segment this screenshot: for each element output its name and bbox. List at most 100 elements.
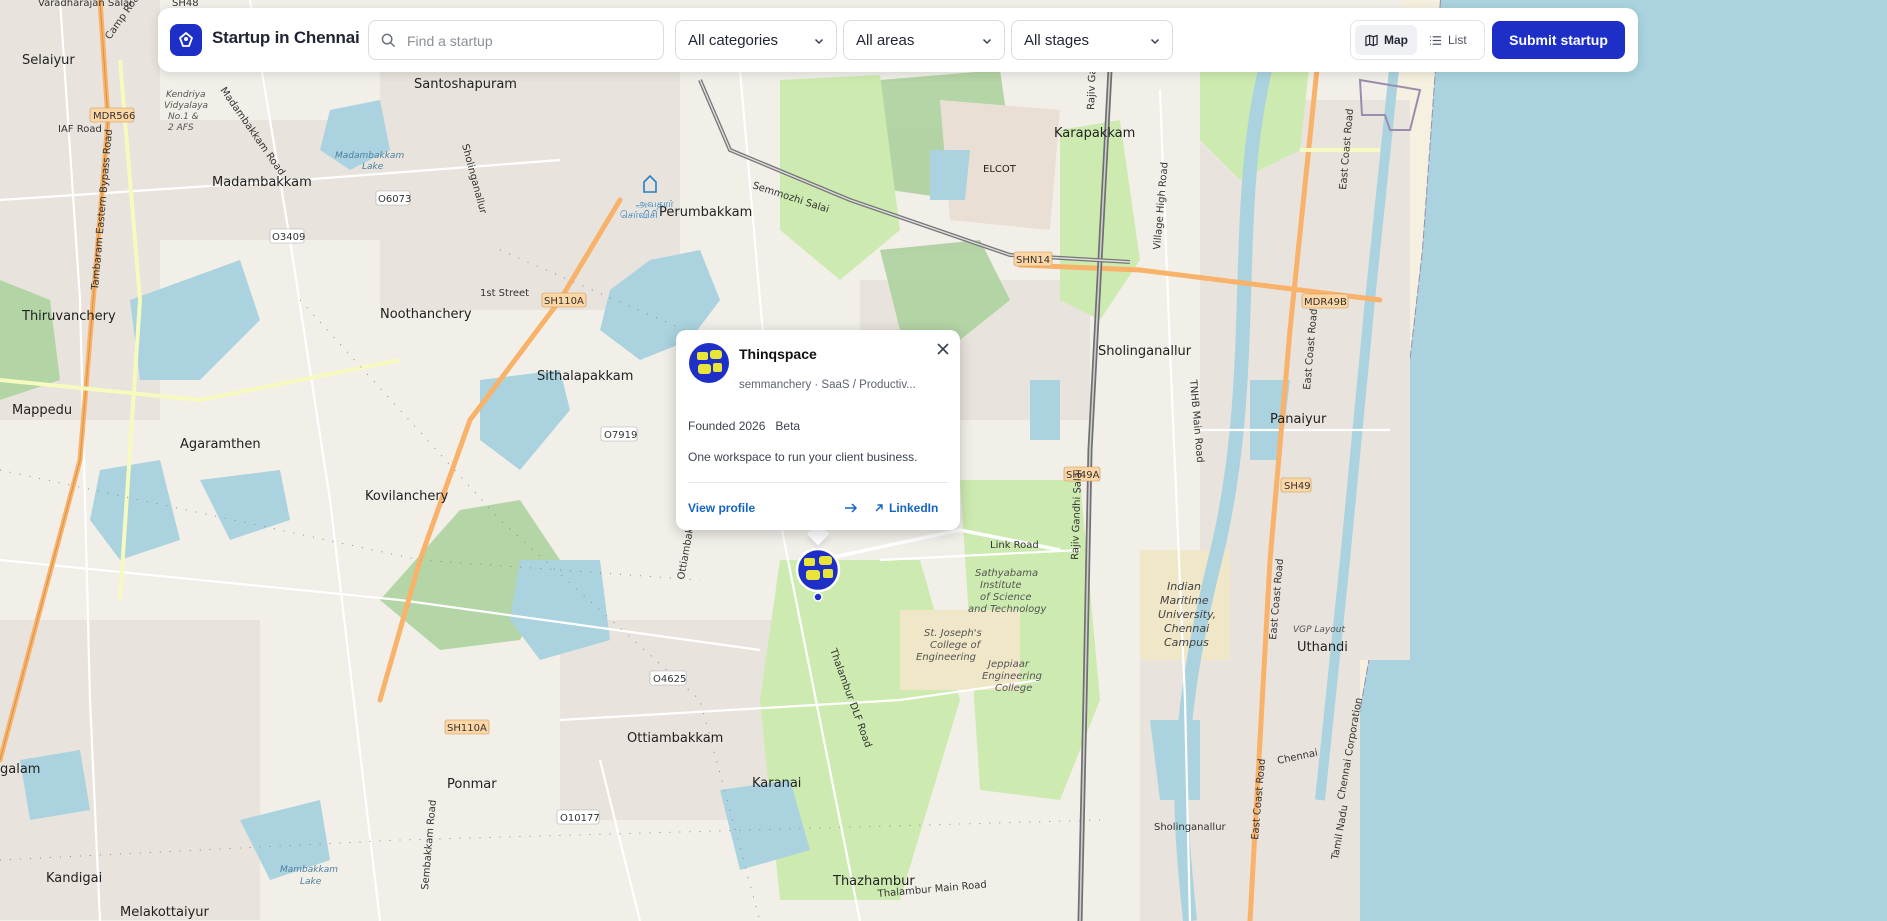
svg-text:Maritime: Maritime — [1160, 594, 1209, 607]
startup-name: Thinqspace — [739, 346, 817, 362]
linkedin-link[interactable]: LinkedIn — [874, 501, 938, 515]
svg-text:IAF Road: IAF Road — [58, 124, 102, 135]
area-filter-value: All areas — [856, 32, 915, 49]
svg-text:1st Street: 1st Street — [480, 288, 529, 299]
svg-text:O7919: O7919 — [604, 430, 637, 441]
list-view-label: List — [1448, 33, 1467, 47]
top-bar: Startup in Chennai All categories All ar… — [158, 8, 1638, 72]
svg-text:MDR566: MDR566 — [93, 111, 135, 122]
svg-text:Institute: Institute — [980, 580, 1022, 591]
svg-text:Mambakkam: Mambakkam — [280, 865, 338, 875]
svg-text:Ponmar: Ponmar — [447, 777, 497, 792]
svg-text:Karanai: Karanai — [752, 776, 801, 791]
startup-meta: Founded 2026 Beta — [688, 419, 800, 433]
svg-text:Kendriya: Kendriya — [166, 90, 206, 100]
svg-text:Engineering: Engineering — [916, 652, 976, 663]
stage-badge: Beta — [775, 419, 801, 433]
svg-text:Thiruvanchery: Thiruvanchery — [21, 309, 116, 324]
map-icon — [1365, 34, 1378, 46]
svg-text:Sithalapakkam: Sithalapakkam — [537, 369, 633, 384]
svg-text:College of: College of — [930, 640, 982, 651]
map-view-button[interactable]: Map — [1355, 25, 1417, 55]
svg-text:Ottiambakkam: Ottiambakkam — [627, 731, 723, 746]
svg-text:Santoshapuram: Santoshapuram — [414, 77, 517, 92]
stage-filter-select[interactable]: All stages — [1011, 20, 1173, 60]
list-icon — [1429, 35, 1442, 45]
svg-text:College: College — [995, 683, 1032, 694]
svg-text:O3409: O3409 — [272, 232, 305, 243]
svg-text:MDR49B: MDR49B — [1304, 297, 1347, 308]
svg-text:Panaiyur: Panaiyur — [1270, 412, 1327, 427]
svg-text:and Technology: and Technology — [968, 604, 1048, 615]
founded-year: Founded 2026 — [688, 419, 766, 433]
svg-text:Karapakkam: Karapakkam — [1054, 126, 1135, 141]
category-filter-select[interactable]: All categories — [675, 20, 837, 60]
svg-text:Varadharajan Salai: Varadharajan Salai — [38, 0, 132, 9]
svg-text:SH110A: SH110A — [447, 723, 487, 734]
svg-text:செர்விசி: செர்விசி — [620, 210, 658, 221]
svg-text:O4625: O4625 — [653, 674, 686, 685]
external-link-icon — [875, 504, 883, 512]
popup-divider — [688, 482, 948, 483]
arrow-right-icon[interactable] — [844, 502, 858, 514]
svg-text:Engineering: Engineering — [982, 671, 1042, 682]
svg-text:Indian: Indian — [1167, 580, 1201, 593]
search-input[interactable] — [405, 29, 659, 53]
list-view-button[interactable]: List — [1421, 25, 1479, 55]
linkedin-label: LinkedIn — [889, 501, 939, 515]
startup-subtitle: semmanchery · SaaS / Productiv... — [739, 379, 916, 391]
svg-text:Uthandi: Uthandi — [1297, 640, 1348, 655]
svg-text:Vidyalaya: Vidyalaya — [164, 101, 208, 111]
svg-text:Melakottaiyur: Melakottaiyur — [120, 905, 210, 920]
svg-text:Noothanchery: Noothanchery — [380, 307, 472, 322]
svg-text:Sholinganallur: Sholinganallur — [1098, 344, 1192, 359]
chevron-down-icon — [814, 38, 824, 45]
svg-text:அவதார்: அவதார் — [636, 199, 674, 210]
close-icon[interactable] — [934, 340, 952, 358]
svg-text:Sathyabama: Sathyabama — [975, 568, 1038, 579]
chevron-down-icon — [982, 38, 992, 45]
svg-text:SH110A: SH110A — [544, 296, 584, 307]
submit-startup-button[interactable]: Submit startup — [1492, 21, 1625, 59]
view-profile-link[interactable]: View profile — [688, 501, 755, 515]
startup-logo-icon — [689, 343, 729, 383]
category-filter-value: All categories — [688, 32, 779, 49]
svg-text:SHN14: SHN14 — [1016, 255, 1050, 266]
svg-text:O10177: O10177 — [560, 813, 600, 824]
svg-text:ELCOT: ELCOT — [983, 164, 1017, 175]
svg-text:Link Road: Link Road — [990, 540, 1039, 551]
search-icon — [381, 33, 396, 48]
view-toggle: Map List — [1350, 20, 1485, 60]
search-box[interactable] — [368, 20, 664, 60]
svg-text:Campus: Campus — [1164, 636, 1209, 649]
svg-text:University,: University, — [1158, 608, 1216, 621]
svg-text:Kovilanchery: Kovilanchery — [365, 489, 449, 504]
svg-text:Kandigai: Kandigai — [46, 871, 102, 886]
svg-text:Madambakkam: Madambakkam — [335, 151, 404, 161]
chevron-down-icon — [1150, 38, 1160, 45]
svg-text:Madambakkam: Madambakkam — [212, 175, 312, 190]
svg-text:Selaiyur: Selaiyur — [22, 53, 75, 68]
svg-text:SH49: SH49 — [1284, 481, 1311, 492]
svg-text:galam: galam — [0, 762, 40, 777]
brand-title[interactable]: Startup in Chennai — [212, 28, 360, 48]
svg-text:Mappedu: Mappedu — [12, 403, 72, 418]
startup-popup: Thinqspace semmanchery · SaaS / Producti… — [676, 330, 960, 530]
svg-text:Agaramthen: Agaramthen — [180, 437, 261, 452]
svg-text:No.1 &: No.1 & — [168, 112, 199, 122]
map-view-label: Map — [1384, 33, 1408, 47]
svg-text:Sholinganallur: Sholinganallur — [1154, 822, 1227, 833]
stage-filter-value: All stages — [1024, 32, 1090, 49]
svg-text:St. Joseph's: St. Joseph's — [924, 628, 982, 639]
area-filter-select[interactable]: All areas — [843, 20, 1005, 60]
svg-text:O6073: O6073 — [378, 194, 411, 205]
svg-text:Chennai: Chennai — [1164, 622, 1209, 635]
startup-description: One workspace to run your client busines… — [688, 450, 918, 464]
svg-text:Jeppiaar: Jeppiaar — [986, 659, 1030, 670]
svg-text:Lake: Lake — [362, 162, 384, 172]
svg-text:VGP Layout: VGP Layout — [1293, 625, 1345, 635]
svg-text:2 AFS: 2 AFS — [168, 123, 194, 133]
svg-text:Lake: Lake — [300, 877, 322, 887]
svg-text:of Science: of Science — [980, 592, 1032, 603]
brand-logo-icon[interactable] — [170, 24, 202, 56]
